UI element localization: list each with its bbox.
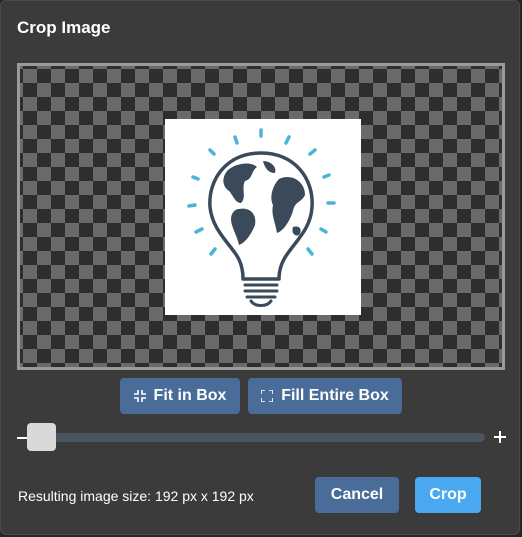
crop-image-preview[interactable] [165, 119, 361, 315]
cancel-button[interactable]: Cancel [315, 477, 399, 513]
result-size-text: Resulting image size: 192 px x 192 px [18, 488, 254, 504]
expand-icon [261, 390, 274, 402]
fill-entire-box-label: Fill Entire Box [281, 387, 389, 404]
crop-area[interactable] [17, 63, 505, 370]
compress-icon [133, 390, 146, 402]
crop-button[interactable]: Crop [415, 477, 481, 513]
fit-in-box-label: Fit in Box [153, 387, 227, 404]
fill-entire-box-button[interactable]: Fill Entire Box [248, 378, 402, 414]
zoom-slider-thumb[interactable] [27, 423, 56, 451]
lightbulb-globe-icon [187, 128, 336, 307]
zoom-slider-track[interactable] [28, 433, 485, 442]
plus-icon[interactable] [494, 431, 506, 443]
fit-in-box-button[interactable]: Fit in Box [120, 378, 240, 414]
crop-image-dialog: Crop Image Fit in Box Fill Entire Box Re… [0, 0, 520, 535]
dialog-title: Crop Image [17, 18, 111, 37]
